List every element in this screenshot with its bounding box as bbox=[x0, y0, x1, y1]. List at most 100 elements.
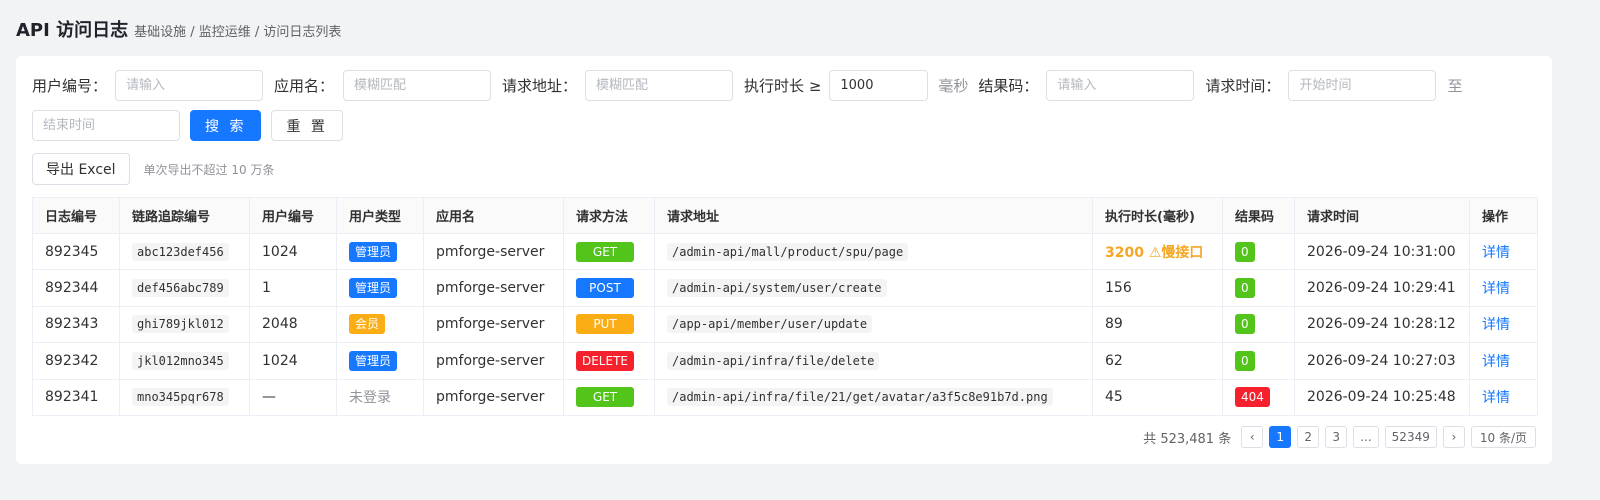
table-row: 892341 mno345pqr678 — 未登录 pmforge-server GET /… bbox=[32, 378, 1538, 416]
trace-id-cell: def456abc789 bbox=[119, 269, 250, 307]
method-tag: PUT bbox=[576, 314, 634, 335]
app-name-cell: pmforge-server bbox=[423, 269, 564, 307]
user-type-cell: 未登录 bbox=[336, 378, 424, 416]
result-code-cell: 404 bbox=[1222, 378, 1295, 416]
column-header: 请求方法 bbox=[563, 197, 655, 234]
page-title: API 访问日志 bbox=[16, 20, 129, 41]
method-tag: GET bbox=[576, 387, 634, 408]
page-ellipsis-button[interactable]: ... bbox=[1353, 426, 1379, 448]
method-tag: DELETE bbox=[576, 350, 634, 371]
column-header: 用户类型 bbox=[336, 197, 424, 234]
result-code-cell: 0 bbox=[1222, 305, 1295, 344]
action-cell: 详情 bbox=[1469, 305, 1538, 344]
trace-id: jkl012mno345 bbox=[132, 351, 229, 370]
result-code-badge: 0 bbox=[1235, 241, 1255, 262]
trace-id: ghi789jkl012 bbox=[132, 315, 229, 334]
request-url-label: 请求地址： bbox=[502, 77, 578, 95]
export-excel-button[interactable]: 导出 Excel bbox=[32, 153, 130, 185]
method-tag: GET bbox=[576, 241, 634, 262]
user-id-cell: 1024 bbox=[249, 232, 337, 271]
page-button-1[interactable]: 1 bbox=[1269, 426, 1292, 448]
url-cell: /admin-api/system/user/create bbox=[654, 269, 1093, 307]
table-row: 892343 ghi789jkl012 2048 会员 pmforge-server PU… bbox=[32, 305, 1538, 344]
user-type-tag: 未登录 bbox=[349, 390, 391, 407]
url-cell: /admin-api/infra/file/delete bbox=[654, 342, 1093, 380]
method-tag: POST bbox=[576, 278, 634, 299]
method-cell: POST bbox=[563, 269, 655, 307]
action-cell: 详情 bbox=[1469, 269, 1538, 307]
user-type-tag: 管理员 bbox=[349, 350, 398, 371]
user-id-cell: 2048 bbox=[249, 305, 337, 344]
result-code-input[interactable] bbox=[1046, 70, 1195, 101]
pagination-total: 共 523,481 条 bbox=[1143, 431, 1232, 447]
detail-link[interactable]: 详情 bbox=[1482, 317, 1510, 333]
detail-link[interactable]: 详情 bbox=[1482, 281, 1510, 297]
request-url-input[interactable] bbox=[585, 70, 734, 101]
result-code-cell: 0 bbox=[1222, 269, 1295, 307]
result-code-badge: 0 bbox=[1235, 278, 1255, 299]
method-cell: GET bbox=[563, 232, 655, 271]
detail-link[interactable]: 详情 bbox=[1482, 390, 1510, 406]
log-id-cell: 892343 bbox=[32, 305, 120, 344]
duration-cell: 89 bbox=[1092, 305, 1223, 344]
result-code-label: 结果码： bbox=[978, 77, 1039, 95]
app-name-cell: pmforge-server bbox=[423, 232, 564, 271]
log-id-cell: 892341 bbox=[32, 378, 120, 416]
detail-link[interactable]: 详情 bbox=[1482, 354, 1510, 370]
request-time-cell: 2026-09-24 10:27:03 bbox=[1294, 342, 1470, 380]
search-button[interactable]: 搜 索 bbox=[190, 110, 262, 141]
result-code-cell: 0 bbox=[1222, 342, 1295, 380]
user-id-label: 用户编号： bbox=[32, 77, 108, 95]
user-id-cell: — bbox=[249, 378, 337, 416]
trace-id: abc123def456 bbox=[132, 242, 229, 261]
time-range-separator: 至 bbox=[1447, 77, 1463, 95]
result-code-badge: 0 bbox=[1235, 314, 1255, 335]
request-url: /app-api/member/user/update bbox=[667, 315, 873, 334]
end-time-input[interactable] bbox=[32, 110, 180, 141]
next-page-button[interactable]: › bbox=[1442, 426, 1465, 448]
start-time-input[interactable] bbox=[1288, 70, 1437, 101]
last-page-button[interactable]: 52349 bbox=[1384, 426, 1437, 448]
table-row: 892342 jkl012mno345 1024 管理员 pmforge-server D… bbox=[32, 342, 1538, 380]
table-row: 892345 abc123def456 1024 管理员 pmforge-server G… bbox=[32, 232, 1538, 271]
result-code-badge: 0 bbox=[1235, 350, 1255, 371]
filter-row: 用户编号： 应用名： 请求地址： 执行时长 ≥ 毫秒 结果码： 请求时间： 至 bbox=[32, 70, 1462, 101]
reset-button[interactable]: 重 置 bbox=[271, 110, 343, 141]
user-type-tag: 管理员 bbox=[349, 241, 398, 262]
trace-id: mno345pqr678 bbox=[132, 388, 229, 407]
export-hint: 单次导出不超过 10 万条 bbox=[143, 162, 275, 177]
user-id-input[interactable] bbox=[115, 70, 264, 101]
duration-input[interactable] bbox=[829, 70, 929, 101]
app-name-input[interactable] bbox=[343, 70, 492, 101]
action-cell: 详情 bbox=[1469, 378, 1538, 416]
pagination: 共 523,481 条 ‹ 1 2 3 ... 52349 › 10 条/页 bbox=[1143, 426, 1536, 448]
url-cell: /admin-api/infra/file/21/get/avatar/a3f5… bbox=[654, 378, 1093, 416]
log-id-cell: 892344 bbox=[32, 269, 120, 307]
result-code-badge: 404 bbox=[1235, 387, 1270, 408]
page-button-2[interactable]: 2 bbox=[1297, 426, 1320, 448]
request-url: /admin-api/mall/product/spu/page bbox=[667, 242, 909, 261]
action-cell: 详情 bbox=[1469, 342, 1538, 380]
app-name-cell: pmforge-server bbox=[423, 378, 564, 416]
url-cell: /admin-api/mall/product/spu/page bbox=[654, 232, 1093, 271]
access-log-table: 日志编号 链路追踪编号 用户编号 用户类型 应用名 请求方法 请求地址 执行时长… bbox=[32, 197, 1538, 416]
column-header: 操作 bbox=[1469, 197, 1538, 234]
column-header: 日志编号 bbox=[32, 197, 120, 234]
result-code-cell: 0 bbox=[1222, 232, 1295, 271]
column-header: 执行时长(毫秒) bbox=[1092, 197, 1223, 234]
duration-cell: 3200 ⚠慢接口 bbox=[1092, 232, 1223, 271]
duration-label: 执行时长 ≥ bbox=[744, 77, 822, 95]
url-cell: /app-api/member/user/update bbox=[654, 305, 1093, 344]
prev-page-button[interactable]: ‹ bbox=[1241, 426, 1264, 448]
user-id-cell: 1 bbox=[249, 269, 337, 307]
column-header: 结果码 bbox=[1222, 197, 1295, 234]
column-header: 请求地址 bbox=[654, 197, 1093, 234]
request-url: /admin-api/infra/file/delete bbox=[667, 351, 880, 370]
page-size-select[interactable]: 10 条/页 bbox=[1470, 426, 1536, 448]
user-type-cell: 管理员 bbox=[336, 342, 424, 380]
page-button-3[interactable]: 3 bbox=[1325, 426, 1348, 448]
table-row: 892344 def456abc789 1 管理员 pmforge-server POST… bbox=[32, 269, 1538, 307]
action-cell: 详情 bbox=[1469, 232, 1538, 271]
detail-link[interactable]: 详情 bbox=[1482, 245, 1510, 261]
request-url: /admin-api/system/user/create bbox=[667, 279, 887, 298]
